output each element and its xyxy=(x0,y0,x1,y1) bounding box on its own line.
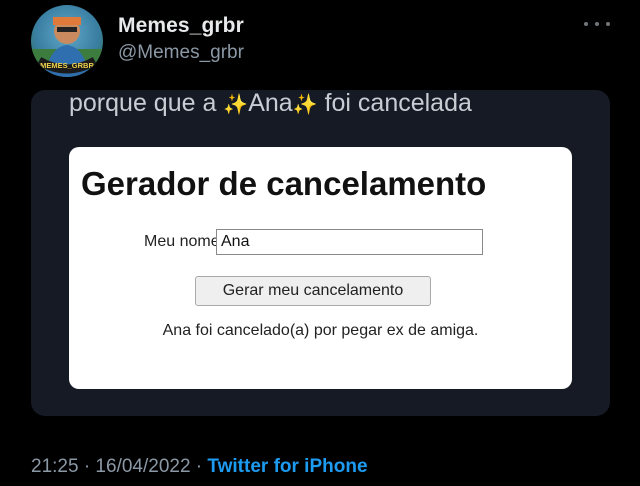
sparkle-icon: ✨ xyxy=(223,94,249,116)
dot xyxy=(595,22,599,26)
user-handle[interactable]: @Memes_grbr xyxy=(118,42,244,64)
generator-title: Gerador de cancelamento xyxy=(81,165,487,202)
caption-after: foi cancelada xyxy=(324,90,472,117)
generate-button[interactable]: Gerar meu cancelamento xyxy=(195,276,431,306)
tweet-metadata: 21:25 · 16/04/2022 · Twitter for iPhone xyxy=(31,456,368,478)
name-input[interactable] xyxy=(216,229,483,255)
name-label: Meu nome: xyxy=(144,233,225,250)
avatar[interactable]: MEMES_GRBR xyxy=(31,5,103,77)
dot xyxy=(584,22,588,26)
caption-before: porque que a xyxy=(69,90,217,117)
display-name[interactable]: Memes_grbr xyxy=(118,14,244,38)
more-horizontal-icon[interactable] xyxy=(584,18,610,30)
result-text: Ana foi cancelado(a) por pegar ex de ami… xyxy=(162,322,479,339)
svg-text:MEMES_GRBR: MEMES_GRBR xyxy=(40,61,94,70)
caption-name: Ana xyxy=(248,90,293,117)
tweet-media-image[interactable]: porque que a ✨Ana✨ foi cancelada Gerador… xyxy=(31,90,610,416)
timestamp[interactable]: 21:25 · 16/04/2022 · xyxy=(31,456,202,477)
sparkle-icon: ✨ xyxy=(292,94,318,116)
avatar-illustration: MEMES_GRBR xyxy=(31,17,103,77)
source-link[interactable]: Twitter for iPhone xyxy=(207,456,367,477)
cancel-generator-card: Gerador de cancelamento Meu nome: Gerar … xyxy=(69,147,572,389)
dot xyxy=(606,22,610,26)
media-caption: porque que a ✨Ana✨ foi cancelada xyxy=(69,90,472,118)
